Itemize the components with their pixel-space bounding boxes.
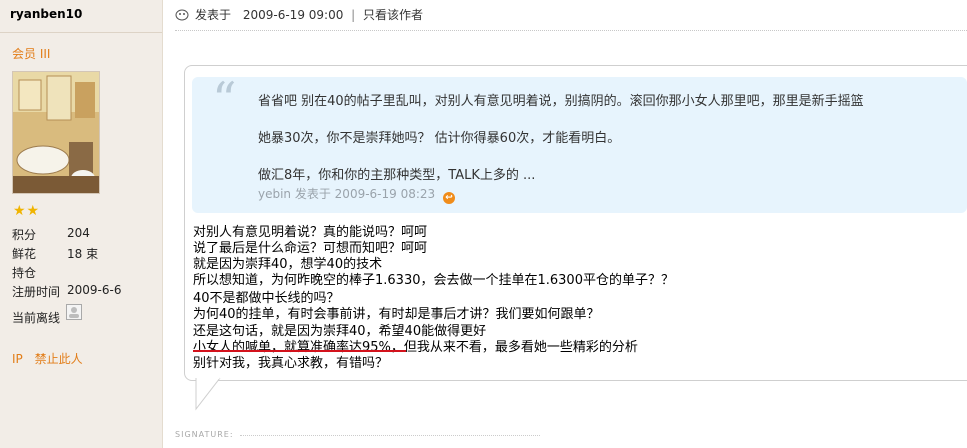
ban-user-link[interactable]: 禁止此人	[35, 352, 83, 366]
stat-value-points: 204	[67, 226, 90, 240]
avatar[interactable]	[12, 71, 100, 194]
body-line: 别针对我，我真心求教，有错吗？	[193, 356, 389, 371]
author-only-link[interactable]: 只看该作者	[363, 8, 423, 22]
body-line: 所以想知道，为何昨晚空的棒子1.6330，会去做一个挂单在1.6300平仓的单子…	[193, 273, 674, 288]
header-divider	[175, 30, 967, 31]
goto-quote-icon[interactable]: ↩	[443, 192, 455, 204]
quote-meta: yebin 发表于 2009-6-19 08:23 ↩	[258, 185, 455, 204]
user-actions: IP 禁止此人	[12, 350, 91, 367]
rank-stars-icon: ★★	[13, 203, 41, 219]
posted-label: 发表于	[195, 8, 232, 22]
sidebar-divider	[0, 32, 162, 33]
quote-line: 她暴30次，你不是崇拜她吗？ 估计你得暴60次，才能看明白。	[258, 131, 621, 146]
posted-time: 2009-6-19 09:00	[242, 8, 344, 22]
user-sidebar: ryanben10 会员 III ★★ 积分 204 鲜花 18 束 持仓 注册…	[0, 0, 163, 448]
signature-divider	[240, 435, 540, 436]
stat-label-position: 持仓	[12, 266, 37, 280]
post-bubble-icon	[175, 9, 189, 21]
stat-label-points: 积分	[12, 228, 37, 242]
bubble-tail	[195, 377, 221, 411]
signature-label: SIGNATURE:	[175, 430, 234, 439]
post-header: 发表于 2009-6-19 09:00 | 只看该作者	[175, 6, 423, 23]
stat-label-registered: 注册时间	[12, 285, 61, 299]
username[interactable]: ryanben10	[10, 7, 82, 21]
quote-line: 省省吧 别在40的帖子里乱叫，对别人有意见明着说，别搞阴的。滚回你那小女人那里吧…	[258, 94, 864, 109]
user-rank: 会员 III	[12, 47, 51, 61]
quote-author-time: yebin 发表于 2009-6-19 08:23	[258, 187, 436, 201]
ip-link[interactable]: IP	[12, 352, 23, 366]
quote-line: 做汇8年，你和你的主那种类型，TALK上多的 ...	[258, 168, 536, 183]
stat-value-flowers: 18 束	[67, 247, 99, 261]
online-status-label: 当前离线	[12, 311, 61, 325]
stat-label-flowers: 鲜花	[12, 247, 37, 261]
quote-mark-icon: “	[212, 72, 237, 128]
offline-status-icon	[66, 304, 82, 320]
header-separator: |	[351, 8, 356, 22]
stat-value-registered: 2009-6-6	[67, 283, 122, 297]
